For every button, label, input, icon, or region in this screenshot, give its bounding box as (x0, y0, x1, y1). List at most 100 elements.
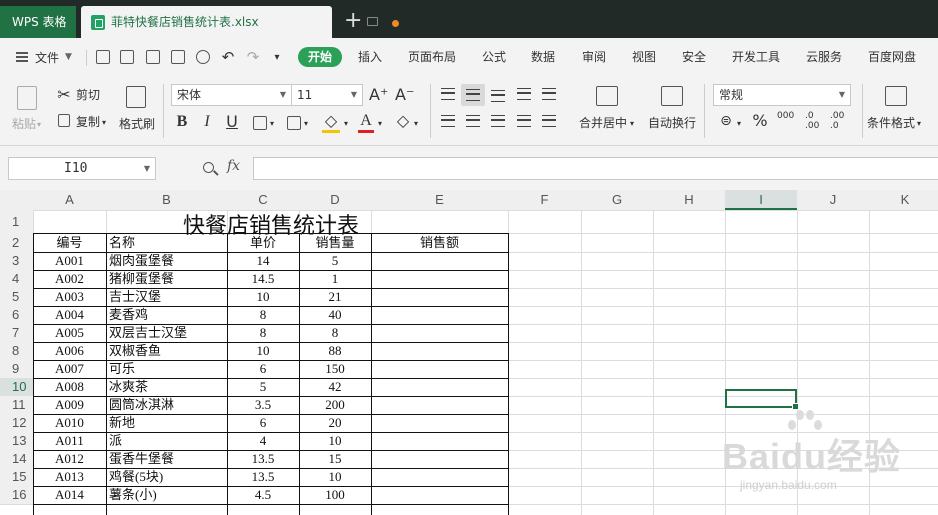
name-box[interactable]: I10 ▼ (8, 157, 156, 180)
undo-icon[interactable]: ↶ (220, 48, 236, 66)
table-cell[interactable]: 8 (230, 324, 296, 342)
table-cell[interactable]: 5 (230, 378, 296, 396)
table-cell[interactable]: 派 (109, 432, 224, 450)
table-cell[interactable]: 圆筒冰淇淋 (109, 396, 224, 414)
table-cell[interactable]: 可乐 (109, 360, 224, 378)
increase-indent-icon[interactable] (542, 88, 556, 100)
merge-center-icon[interactable] (596, 86, 618, 106)
tab-security[interactable]: 安全 (682, 48, 706, 66)
table-cell[interactable]: 200 (302, 396, 368, 414)
table-cell[interactable]: A005 (36, 324, 103, 342)
paste-button-label[interactable]: 粘贴 (12, 116, 36, 132)
row-header-13[interactable]: 13 (0, 432, 33, 450)
redo-icon[interactable]: ↷ (245, 48, 261, 66)
table-header-cell[interactable]: 销售量 (302, 234, 368, 252)
print-icon[interactable] (171, 50, 185, 64)
paste-chevron-icon[interactable]: ▾ (37, 117, 41, 133)
table-cell[interactable]: 42 (302, 378, 368, 396)
clear-format-chevron-icon[interactable]: ▾ (414, 116, 418, 132)
table-cell[interactable]: A012 (36, 450, 103, 468)
table-cell[interactable]: 10 (302, 468, 368, 486)
table-cell[interactable]: 20 (302, 414, 368, 432)
row-header-6[interactable]: 6 (0, 306, 33, 324)
paste-icon[interactable] (17, 86, 37, 110)
row-header-12[interactable]: 12 (0, 414, 33, 432)
copy-icon[interactable] (58, 114, 70, 127)
insert-function-button[interactable]: fx (227, 158, 240, 174)
number-format-select[interactable]: 常规 ▼ (713, 84, 851, 106)
table-cell[interactable]: 13.5 (230, 450, 296, 468)
font-color-chevron-icon[interactable]: ▾ (378, 116, 382, 132)
column-header-i[interactable]: I (725, 190, 797, 210)
currency-icon[interactable]: ⊜ (718, 112, 734, 130)
row-header-2[interactable]: 2 (0, 233, 33, 252)
table-cell[interactable]: 3.5 (230, 396, 296, 414)
column-header-d[interactable]: D (299, 190, 371, 210)
row-header-15[interactable]: 15 (0, 468, 33, 486)
row-header-3[interactable]: 3 (0, 252, 33, 270)
conditional-format-chevron-icon[interactable]: ▾ (917, 116, 921, 132)
tab-baidu-netdisk[interactable]: 百度网盘 (868, 48, 916, 66)
print-preview-icon[interactable] (196, 50, 210, 64)
decrease-decimal-button[interactable]: .00 .0 (830, 111, 852, 131)
table-cell[interactable]: 100 (302, 486, 368, 504)
merge-center-button[interactable]: 合并居中 (579, 115, 627, 131)
table-cell[interactable]: 鸡餐(5块) (109, 468, 224, 486)
table-cell[interactable]: 双椒香鱼 (109, 342, 224, 360)
column-header-b[interactable]: B (106, 190, 227, 210)
borders-icon[interactable] (253, 116, 267, 130)
table-cell[interactable]: 10 (230, 342, 296, 360)
bold-button[interactable]: B (175, 113, 189, 131)
table-cell[interactable]: A011 (36, 432, 103, 450)
table-cell[interactable]: 21 (302, 288, 368, 306)
row-header-11[interactable]: 11 (0, 396, 33, 414)
table-cell[interactable]: 猪柳蛋堡餐 (109, 270, 224, 288)
table-cell[interactable]: 13.5 (230, 468, 296, 486)
table-cell[interactable]: 6 (230, 414, 296, 432)
tab-data[interactable]: 数据 (531, 48, 555, 66)
wrap-text-button[interactable]: 自动换行 (648, 115, 696, 131)
table-cell[interactable]: 烟肉蛋堡餐 (109, 252, 224, 270)
align-left-icon[interactable] (441, 115, 455, 127)
new-tab-button[interactable]: + (344, 8, 362, 34)
row-header-8[interactable]: 8 (0, 342, 33, 360)
thousands-button[interactable]: 000 (777, 111, 794, 121)
table-cell[interactable]: A001 (36, 252, 103, 270)
table-header-cell[interactable]: 编号 (36, 234, 103, 252)
scissors-icon[interactable]: ✂ (56, 86, 72, 104)
table-cell[interactable]: 15 (302, 450, 368, 468)
table-header-cell[interactable]: 销售额 (374, 234, 505, 252)
table-cell[interactable]: 蛋香牛堡餐 (109, 450, 224, 468)
borders-chevron-icon[interactable]: ▾ (270, 116, 274, 132)
tab-formulas[interactable]: 公式 (482, 48, 506, 66)
monitor-icon[interactable] (367, 17, 378, 26)
row-header-7[interactable]: 7 (0, 324, 33, 342)
customize-chevron-icon[interactable]: ▾ (270, 49, 284, 67)
decrease-font-size-button[interactable]: A⁻ (395, 86, 414, 104)
table-cell[interactable]: A007 (36, 360, 103, 378)
tab-review[interactable]: 审阅 (582, 48, 606, 66)
export-pdf-icon[interactable] (146, 50, 160, 64)
table-cell[interactable]: A006 (36, 342, 103, 360)
format-painter-icon[interactable] (126, 86, 146, 108)
row-header-16[interactable]: 16 (0, 486, 33, 504)
decrease-indent-icon[interactable] (517, 88, 531, 100)
currency-chevron-icon[interactable]: ▾ (737, 116, 741, 132)
copy-chevron-icon[interactable]: ▾ (102, 115, 106, 131)
font-size-select[interactable]: 11 ▼ (291, 84, 363, 106)
format-painter-button[interactable]: 格式刷 (119, 116, 155, 132)
column-header-f[interactable]: F (508, 190, 581, 210)
clear-format-icon[interactable]: ◇ (395, 112, 411, 130)
tab-view[interactable]: 视图 (632, 48, 656, 66)
tab-page-layout[interactable]: 页面布局 (408, 48, 456, 66)
table-cell[interactable]: 双层吉士汉堡 (109, 324, 224, 342)
table-cell[interactable]: A009 (36, 396, 103, 414)
row-header-5[interactable]: 5 (0, 288, 33, 306)
column-header-g[interactable]: G (581, 190, 653, 210)
table-cell[interactable]: 薯条(小) (109, 486, 224, 504)
font-color-icon[interactable]: A (358, 112, 374, 133)
save-icon[interactable] (120, 50, 134, 64)
tab-home[interactable]: 开始 (298, 47, 342, 67)
fill-color-icon[interactable]: ◇ (322, 112, 340, 133)
percent-button[interactable]: % (752, 112, 768, 130)
